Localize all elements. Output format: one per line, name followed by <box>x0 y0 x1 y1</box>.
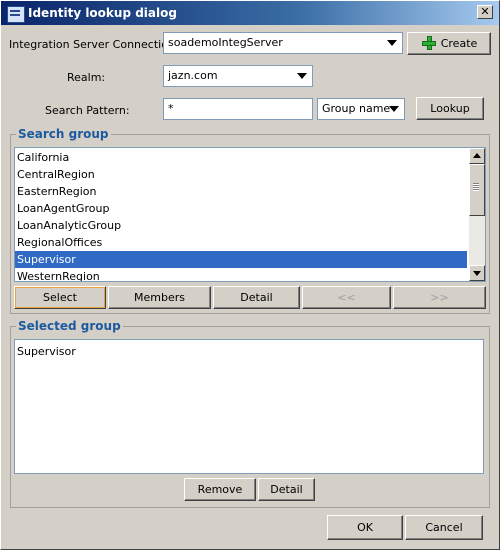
next-button[interactable]: >> <box>393 286 486 309</box>
ok-button[interactable]: OK <box>327 515 403 540</box>
list-item[interactable]: CentralRegion <box>15 166 467 183</box>
remove-button[interactable]: Remove <box>184 478 256 501</box>
close-icon[interactable]: ✕ <box>477 5 493 19</box>
selected-group-title: Selected group <box>16 319 123 333</box>
search-type-value: Group name <box>322 102 391 115</box>
list-item-selected[interactable]: Supervisor <box>15 251 467 268</box>
realm-value: jazn.com <box>168 69 218 82</box>
plus-icon <box>422 36 436 50</box>
window-title: Identity lookup dialog <box>28 6 177 20</box>
create-label: Create <box>440 37 478 50</box>
list-item[interactable]: Supervisor <box>15 343 481 360</box>
search-group-list[interactable]: California CentralRegion EasternRegion L… <box>14 147 486 282</box>
list-item[interactable]: EasternRegion <box>15 183 467 200</box>
chevron-down-icon <box>297 73 307 79</box>
connection-select[interactable]: soademoIntegServer <box>163 32 403 54</box>
pattern-label: Search Pattern: <box>45 104 130 117</box>
connection-value: soademoIntegServer <box>168 36 283 49</box>
realm-label: Realm: <box>67 71 106 84</box>
list-item[interactable]: LoanAnalyticGroup <box>15 217 467 234</box>
detail-button[interactable]: Detail <box>213 286 300 309</box>
list-item[interactable]: RegionalOffices <box>15 234 467 251</box>
select-button[interactable]: Select <box>14 286 106 309</box>
search-type-select[interactable]: Group name <box>317 98 405 120</box>
create-button[interactable]: Create <box>407 32 491 55</box>
chevron-down-icon <box>389 106 399 112</box>
list-item[interactable]: WesternRegion <box>15 268 467 281</box>
scroll-down-icon[interactable] <box>469 265 485 281</box>
dialog-icon <box>7 6 25 23</box>
chevron-down-icon <box>387 40 397 46</box>
title-bar: Identity lookup dialog <box>0 0 500 25</box>
selected-group-list[interactable]: Supervisor <box>14 339 484 474</box>
pattern-input[interactable]: * <box>163 98 313 120</box>
cancel-button[interactable]: Cancel <box>405 515 483 540</box>
vertical-scrollbar[interactable] <box>469 148 485 281</box>
realm-select[interactable]: jazn.com <box>163 65 313 87</box>
scroll-thumb[interactable] <box>469 164 485 216</box>
connection-label: Integration Server Connection <box>9 38 175 51</box>
scroll-up-icon[interactable] <box>469 148 485 164</box>
members-button[interactable]: Members <box>108 286 211 309</box>
list-item[interactable]: LoanAgentGroup <box>15 200 467 217</box>
search-group-title: Search group <box>16 127 111 141</box>
previous-button[interactable]: << <box>302 286 391 309</box>
lookup-button[interactable]: Lookup <box>416 97 484 120</box>
list-item[interactable]: California <box>15 149 467 166</box>
selected-detail-button[interactable]: Detail <box>258 478 315 501</box>
